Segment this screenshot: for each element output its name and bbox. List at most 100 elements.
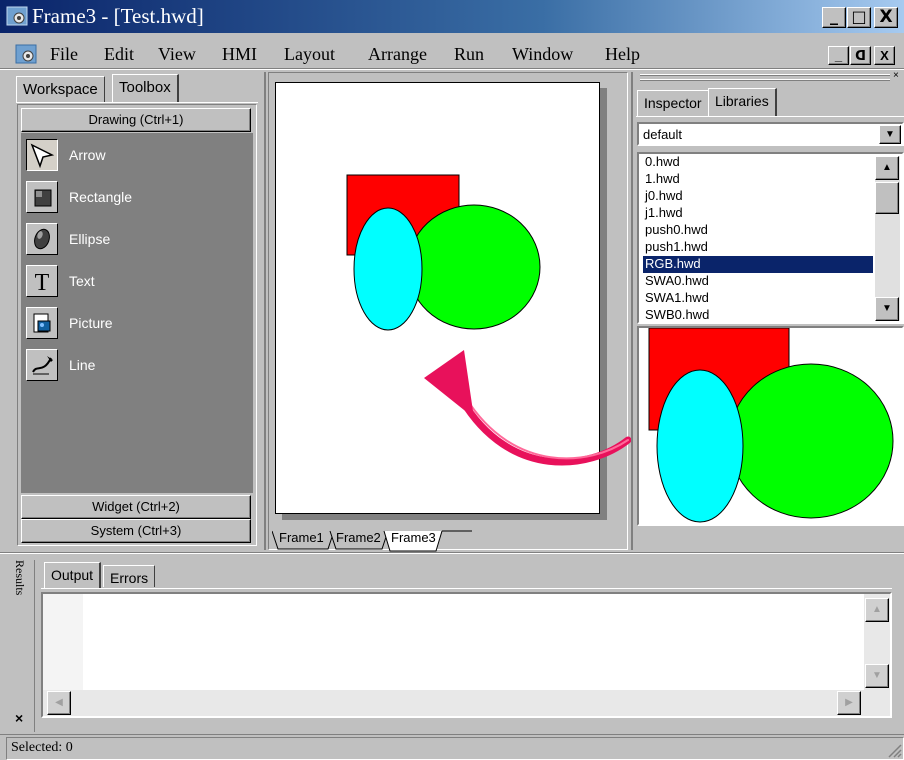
menu-layout[interactable]: Layout bbox=[284, 44, 335, 65]
output-hscrollbar[interactable]: ◀ ▶ bbox=[43, 690, 890, 716]
list-item[interactable]: push1.hwd bbox=[643, 239, 873, 256]
drawing-section-button[interactable]: Drawing (Ctrl+1) bbox=[21, 108, 251, 132]
tool-label: Text bbox=[69, 273, 95, 289]
menu-arrange[interactable]: Arrange bbox=[368, 44, 427, 65]
scroll-thumb[interactable] bbox=[875, 182, 899, 214]
app-gear-icon[interactable] bbox=[6, 6, 28, 26]
list-item-selected[interactable]: RGB.hwd bbox=[643, 256, 873, 273]
dock-grip[interactable] bbox=[640, 74, 890, 76]
ellipse-icon bbox=[26, 223, 58, 255]
window-title: Frame3 - [Test.hwd] bbox=[32, 4, 204, 28]
drag-annotation-arrow bbox=[424, 350, 632, 466]
list-item[interactable]: 0.hwd bbox=[643, 154, 873, 171]
left-splitter[interactable] bbox=[264, 72, 266, 550]
svg-text:T: T bbox=[35, 270, 50, 296]
mdi-close-icon: X bbox=[880, 48, 889, 63]
widget-section-button[interactable]: Widget (Ctrl+2) bbox=[21, 495, 251, 519]
results-close-icon[interactable]: × bbox=[15, 710, 23, 726]
library-combo-value: default bbox=[643, 127, 683, 142]
mdi-close-button[interactable]: X bbox=[874, 46, 895, 65]
close-button[interactable]: X bbox=[874, 7, 898, 28]
chevron-left-icon: ◀ bbox=[55, 697, 63, 708]
tool-arrow[interactable]: Arrow bbox=[21, 137, 241, 177]
menu-view[interactable]: View bbox=[158, 44, 196, 65]
scroll-down-button[interactable]: ▼ bbox=[875, 297, 899, 321]
tab-frame3[interactable]: Frame3 bbox=[391, 530, 436, 550]
preview-drawing bbox=[648, 328, 894, 523]
mdi-minimize-icon: _ bbox=[834, 48, 843, 63]
combo-dropdown-button[interactable]: ▼ bbox=[879, 125, 901, 144]
chevron-up-icon: ▲ bbox=[882, 162, 892, 173]
cyan-ellipse-shape[interactable] bbox=[353, 207, 423, 331]
chevron-right-icon: ▶ bbox=[845, 697, 853, 708]
tab-libraries[interactable]: Libraries bbox=[708, 88, 777, 116]
tool-label: Ellipse bbox=[69, 231, 111, 247]
output-scroll-left-button[interactable]: ◀ bbox=[47, 691, 71, 715]
results-panel-label: Results bbox=[13, 560, 27, 596]
tab-frame1[interactable]: Frame1 bbox=[279, 530, 324, 550]
system-section-button[interactable]: System (Ctrl+3) bbox=[21, 519, 251, 543]
chevron-down-icon: ▼ bbox=[872, 670, 882, 681]
tool-ellipse[interactable]: Ellipse bbox=[21, 221, 241, 261]
list-item[interactable]: j0.hwd bbox=[643, 188, 873, 205]
scroll-up-button[interactable]: ▲ bbox=[875, 156, 899, 180]
resize-grip-icon[interactable] bbox=[886, 742, 902, 758]
results-splitter[interactable] bbox=[0, 552, 904, 554]
tool-label: Rectangle bbox=[69, 189, 133, 205]
list-item[interactable]: SWB0.hwd bbox=[643, 307, 873, 324]
tab-toolbox[interactable]: Toolbox bbox=[112, 74, 179, 102]
status-separator bbox=[0, 734, 904, 735]
right-splitter[interactable] bbox=[631, 72, 633, 550]
menu-file[interactable]: File bbox=[50, 44, 78, 65]
library-combo[interactable]: default ▼ bbox=[637, 122, 904, 146]
chevron-up-icon: ▲ bbox=[872, 604, 882, 615]
arrow-cursor-icon bbox=[26, 139, 58, 171]
output-gutter bbox=[43, 594, 83, 690]
menu-bar: File Edit View HMI Layout Arrange Run Wi… bbox=[0, 40, 904, 68]
tool-rectangle[interactable]: Rectangle bbox=[21, 179, 241, 219]
library-list-scrollbar[interactable]: ▲ ▼ bbox=[875, 156, 900, 321]
list-item[interactable]: SWA1.hwd bbox=[643, 290, 873, 307]
output-tab-line bbox=[41, 588, 892, 589]
mdi-minimize-button[interactable]: _ bbox=[828, 46, 849, 65]
libraries-tab-line bbox=[636, 116, 904, 117]
chevron-down-icon: ▼ bbox=[885, 129, 895, 140]
menu-hmi[interactable]: HMI bbox=[222, 44, 257, 65]
toolbox-frame: Drawing (Ctrl+1) Arrow Rectangle Ellipse bbox=[17, 104, 257, 546]
tab-errors[interactable]: Errors bbox=[103, 565, 156, 587]
mdi-restore-button[interactable]: ᗡ bbox=[850, 46, 871, 65]
status-text: Selected: 0 bbox=[11, 740, 73, 755]
tab-inspector[interactable]: Inspector bbox=[637, 90, 709, 116]
output-text-area[interactable]: ▲ ▼ ◀ ▶ bbox=[41, 592, 892, 718]
menu-window[interactable]: Window bbox=[512, 44, 573, 65]
minimize-button[interactable]: _ bbox=[822, 7, 846, 28]
menu-help[interactable]: Help bbox=[605, 44, 640, 65]
minimize-icon: _ bbox=[830, 6, 838, 25]
tab-frame2[interactable]: Frame2 bbox=[336, 530, 381, 550]
library-list: 0.hwd 1.hwd j0.hwd j1.hwd push0.hwd push… bbox=[637, 152, 904, 324]
list-item[interactable]: 1.hwd bbox=[643, 171, 873, 188]
menu-run[interactable]: Run bbox=[454, 44, 484, 65]
close-icon: X bbox=[879, 7, 893, 27]
tab-workspace[interactable]: Workspace bbox=[16, 76, 105, 102]
dock-grip-2[interactable] bbox=[640, 79, 890, 81]
list-item[interactable]: push0.hwd bbox=[643, 222, 873, 239]
tool-label: Arrow bbox=[69, 147, 106, 163]
tool-text[interactable]: T Text bbox=[21, 263, 241, 303]
tool-line[interactable]: Line bbox=[21, 347, 241, 387]
green-ellipse-shape[interactable] bbox=[407, 204, 541, 330]
maximize-button[interactable]: □ bbox=[847, 7, 871, 28]
output-scroll-up-button[interactable]: ▲ bbox=[865, 598, 889, 622]
output-scroll-down-button[interactable]: ▼ bbox=[865, 664, 889, 688]
document-gear-icon[interactable] bbox=[15, 44, 37, 64]
output-scroll-right-button[interactable]: ▶ bbox=[837, 691, 861, 715]
menu-edit[interactable]: Edit bbox=[104, 44, 134, 65]
output-vscrollbar[interactable]: ▲ ▼ bbox=[864, 594, 890, 690]
tab-output[interactable]: Output bbox=[44, 562, 102, 588]
dock-close-icon[interactable]: × bbox=[893, 70, 899, 81]
tab-strip-line bbox=[16, 102, 258, 103]
tool-picture[interactable]: Picture bbox=[21, 305, 241, 345]
list-item[interactable]: j1.hwd bbox=[643, 205, 873, 222]
picture-icon bbox=[26, 307, 58, 339]
list-item[interactable]: SWA0.hwd bbox=[643, 273, 873, 290]
